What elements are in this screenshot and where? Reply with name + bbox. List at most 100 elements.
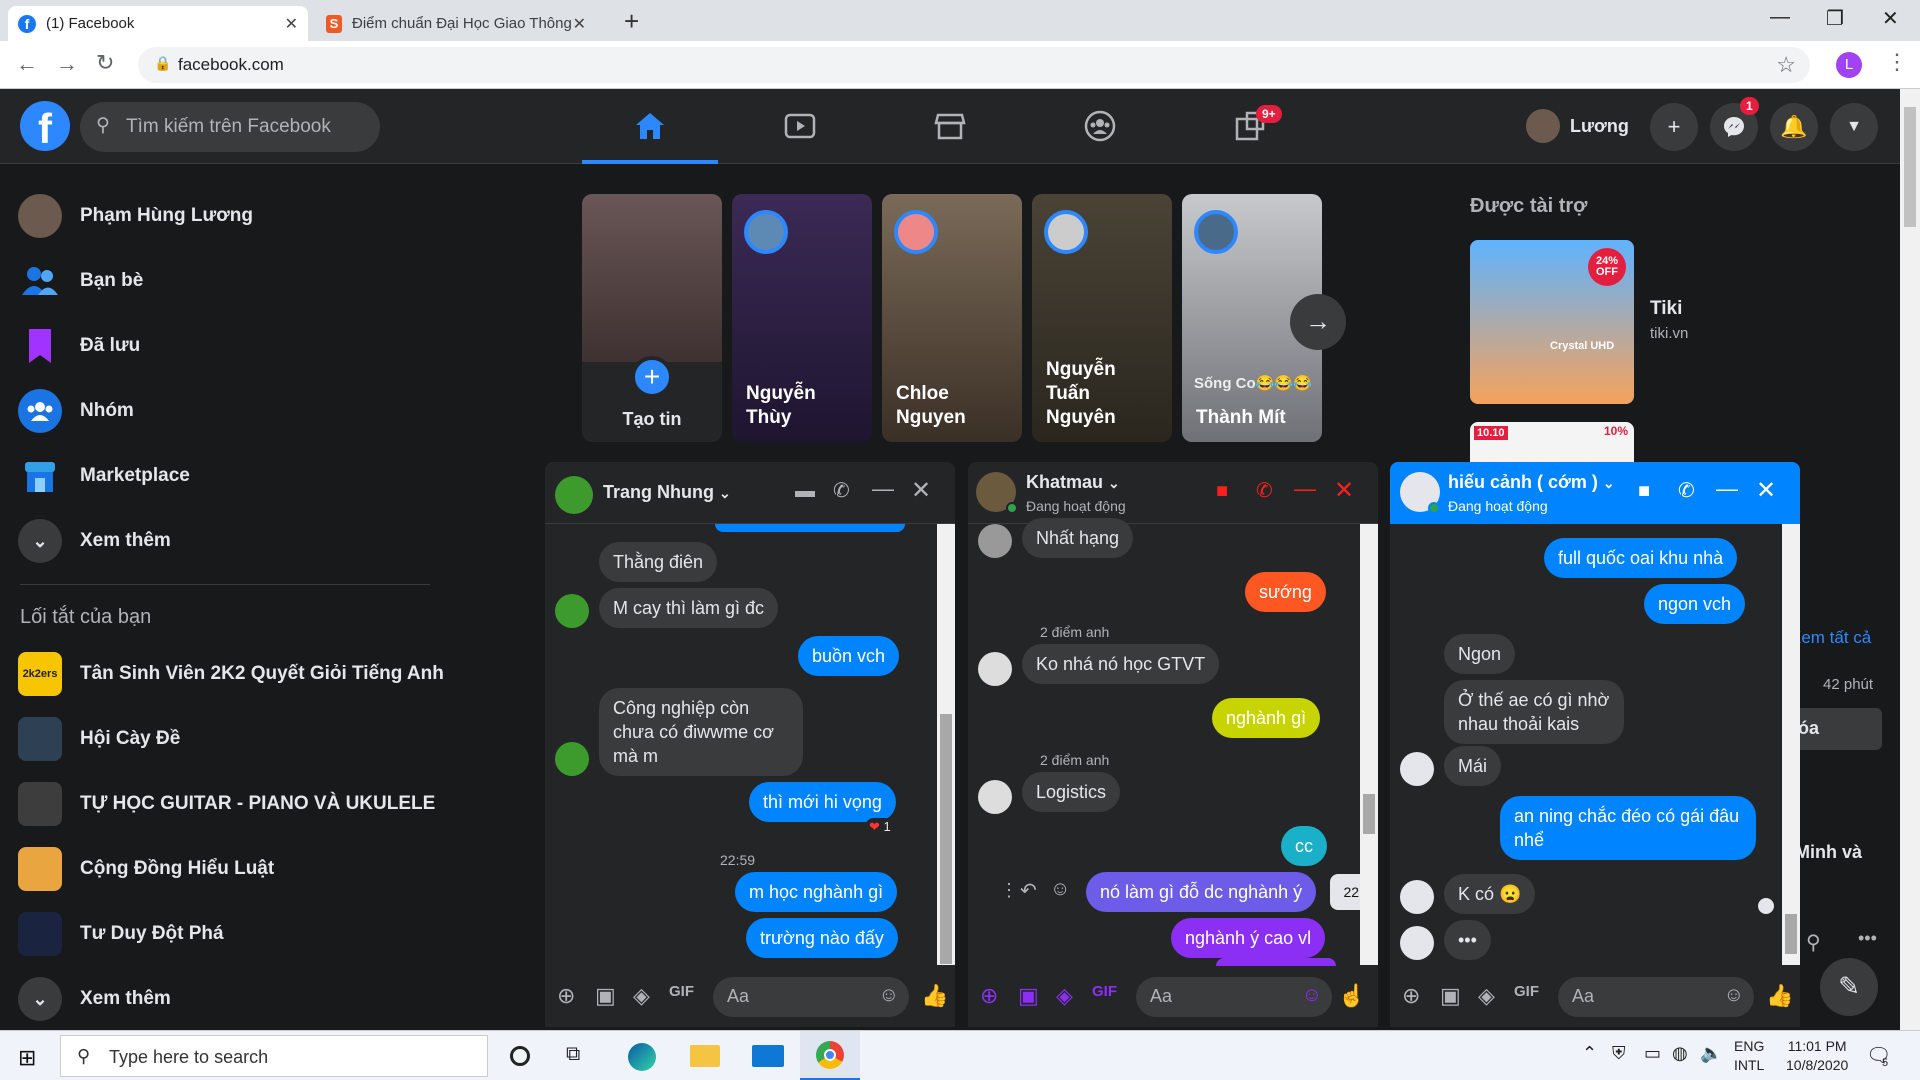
- emoji-icon[interactable]: ☺: [1724, 984, 1744, 1007]
- shortcut-item[interactable]: Cộng Đồng Hiểu Luật: [18, 843, 274, 895]
- minimize-chat-icon[interactable]: —: [1716, 476, 1738, 502]
- message-bubble-out[interactable]: thì mới hi vọng: [749, 782, 896, 822]
- create-button[interactable]: +: [1650, 103, 1698, 151]
- taskbar-chrome-button[interactable]: [800, 1031, 860, 1080]
- windows-start-icon[interactable]: ⊞: [18, 1045, 36, 1071]
- message-bubble-out[interactable]: nghành ý cao vl: [1171, 918, 1326, 958]
- message-bubble-out[interactable]: sướng: [1245, 572, 1326, 612]
- message-bubble-in[interactable]: Logistics: [1022, 772, 1121, 812]
- thumbs-up-icon[interactable]: 👍: [921, 983, 948, 1009]
- message-input[interactable]: Aa ☺: [1558, 977, 1754, 1017]
- bookmark-star-icon[interactable]: ☆: [1776, 52, 1796, 78]
- nav-home[interactable]: [610, 103, 690, 149]
- message-bubble-in[interactable]: K có 😦: [1444, 874, 1536, 914]
- close-tab-icon[interactable]: ✕: [285, 14, 298, 34]
- sticker-icon[interactable]: ◈: [1478, 983, 1495, 1009]
- battery-icon[interactable]: ▭: [1644, 1043, 1661, 1064]
- message-bubble-out[interactable]: nghành gì: [1212, 698, 1321, 738]
- nav-groups[interactable]: [1060, 103, 1140, 149]
- message-input[interactable]: Aa ☺: [713, 977, 909, 1017]
- forward-icon[interactable]: →: [56, 51, 78, 77]
- emoji-icon[interactable]: ☺: [1302, 984, 1322, 1007]
- sidebar-item-friends[interactable]: Bạn bè: [18, 255, 143, 307]
- close-tab-icon[interactable]: ✕: [573, 14, 586, 34]
- shortcuts-see-more[interactable]: ⌄ Xem thêm: [18, 973, 171, 1025]
- profile-link[interactable]: Lương: [1526, 109, 1629, 143]
- network-icon[interactable]: ◍: [1672, 1043, 1688, 1064]
- video-call-icon[interactable]: ▬: [795, 480, 815, 503]
- more-options-icon[interactable]: •••: [1858, 928, 1877, 949]
- see-all-link[interactable]: Xem tất cả: [1790, 628, 1871, 648]
- cortana-icon[interactable]: [510, 1046, 530, 1066]
- plus-circle-icon[interactable]: ⊕: [980, 983, 998, 1009]
- more-options-icon[interactable]: ⋮: [1000, 880, 1018, 901]
- input-language[interactable]: ENG INTL: [1734, 1037, 1764, 1075]
- close-chat-icon[interactable]: ✕: [911, 476, 931, 505]
- story-card[interactable]: Nguyễn Thùy: [732, 194, 872, 442]
- sticker-icon[interactable]: ◈: [633, 983, 650, 1009]
- system-clock[interactable]: 11:01 PM 10/8/2020: [1786, 1037, 1848, 1075]
- maximize-window-button[interactable]: ❐: [1826, 6, 1844, 31]
- volume-muted-icon[interactable]: 🔈: [1700, 1043, 1722, 1064]
- gif-icon[interactable]: GIF: [1514, 983, 1539, 1000]
- message-bubble-out[interactable]: ngon vch: [1644, 584, 1746, 624]
- photo-icon[interactable]: ▣: [595, 983, 616, 1009]
- close-window-button[interactable]: ✕: [1882, 6, 1899, 31]
- photo-icon[interactable]: ▣: [1440, 983, 1461, 1009]
- message-bubble-in[interactable]: Ngon: [1444, 634, 1516, 674]
- menu-dots-icon[interactable]: ⋮: [1886, 49, 1908, 75]
- sidebar-item-marketplace[interactable]: Marketplace: [18, 450, 190, 502]
- facebook-logo[interactable]: f: [20, 101, 70, 152]
- gif-icon[interactable]: GIF: [1092, 983, 1117, 1000]
- shortcut-item[interactable]: Tư Duy Đột Phá: [18, 908, 224, 960]
- ad-url[interactable]: tiki.vn: [1650, 325, 1688, 342]
- chat-scrollbar-thumb[interactable]: [940, 714, 952, 964]
- taskbar-search-input[interactable]: ⚲ Type here to search: [60, 1035, 488, 1077]
- sticker-icon[interactable]: ◈: [1056, 983, 1073, 1009]
- message-bubble-out[interactable]: m học nghành gì: [735, 872, 898, 912]
- ad-name[interactable]: Tiki: [1650, 298, 1682, 320]
- reply-icon[interactable]: ↶: [1020, 878, 1037, 903]
- show-hidden-icons[interactable]: ⌃: [1582, 1043, 1597, 1064]
- nav-watch[interactable]: [760, 103, 840, 149]
- message-bubble-out[interactable]: nó làm gì đỗ dc nghành ý: [1086, 872, 1317, 912]
- chat-scrollbar[interactable]: [1360, 524, 1378, 965]
- task-view-icon[interactable]: ⧉: [566, 1043, 580, 1066]
- minimize-chat-icon[interactable]: —: [872, 476, 894, 502]
- shortcut-item[interactable]: TỰ HỌC GUITAR - PIANO VÀ UKULELE: [18, 778, 435, 830]
- profile-avatar[interactable]: L: [1836, 52, 1862, 78]
- chat-scrollbar-thumb[interactable]: [1363, 794, 1375, 834]
- close-chat-icon[interactable]: ✕: [1756, 476, 1776, 505]
- account-menu-button[interactable]: ▼: [1830, 103, 1878, 151]
- stories-next-arrow-icon[interactable]: →: [1290, 294, 1346, 350]
- plus-circle-icon[interactable]: ⊕: [557, 983, 575, 1009]
- mail-icon[interactable]: [752, 1045, 784, 1067]
- story-card[interactable]: Chloe Nguyen: [882, 194, 1022, 442]
- photo-icon[interactable]: ▣: [1018, 983, 1039, 1009]
- security-icon[interactable]: ⛨: [1612, 1043, 1626, 1064]
- partial-button[interactable]: óa: [1790, 708, 1882, 750]
- chat-name[interactable]: Khatmau ⌄: [1026, 472, 1120, 493]
- page-scrollbar[interactable]: [1900, 89, 1920, 1030]
- shortcut-item[interactable]: Hội Cày Đề: [18, 713, 180, 765]
- chat-name[interactable]: Trang Nhung ⌄: [603, 482, 731, 503]
- new-message-button[interactable]: ✎: [1820, 958, 1878, 1016]
- new-tab-button[interactable]: +: [624, 6, 639, 37]
- sidebar-item-profile[interactable]: Phạm Hùng Lương: [18, 190, 253, 242]
- url-field[interactable]: 🔒 facebook.com ☆: [138, 47, 1810, 83]
- nav-marketplace[interactable]: [910, 103, 990, 149]
- file-explorer-icon[interactable]: [690, 1045, 720, 1067]
- emoji-icon[interactable]: ☺: [879, 984, 899, 1007]
- story-create[interactable]: + Tạo tin: [582, 194, 722, 442]
- video-call-icon[interactable]: ■: [1638, 480, 1650, 503]
- back-icon[interactable]: ←: [16, 51, 38, 77]
- message-bubble-out[interactable]: trường nào đấy: [746, 918, 898, 958]
- sidebar-item-groups[interactable]: Nhóm: [18, 385, 134, 437]
- chat-scrollbar[interactable]: [1782, 524, 1800, 965]
- sidebar-see-more[interactable]: ⌄ Xem thêm: [18, 515, 171, 567]
- shortcut-item[interactable]: 2k2ers Tân Sinh Viên 2K2 Quyết Giỏi Tiến…: [18, 648, 444, 700]
- search-input[interactable]: ⚲ Tìm kiếm trên Facebook: [80, 102, 380, 152]
- nav-gaming[interactable]: 9+: [1210, 103, 1290, 149]
- video-call-icon[interactable]: ■: [1216, 480, 1228, 503]
- story-card[interactable]: Nguyễn Tuấn Nguyên: [1032, 194, 1172, 442]
